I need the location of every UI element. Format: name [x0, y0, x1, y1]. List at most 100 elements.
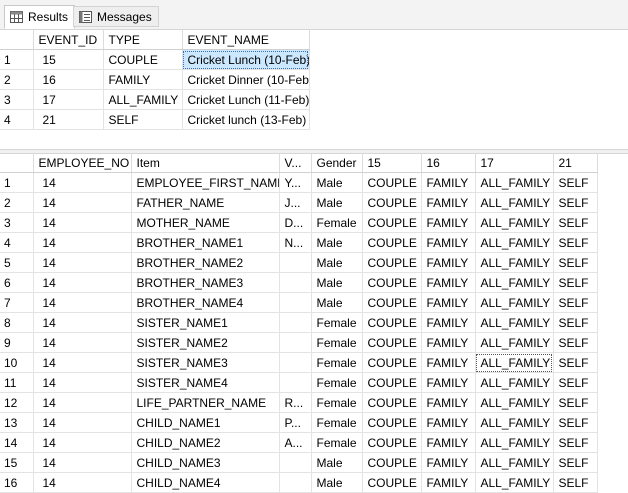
row-number[interactable]: 15: [0, 452, 34, 473]
table-cell[interactable]: 14: [33, 392, 132, 413]
table-cell[interactable]: FAMILY: [421, 252, 476, 273]
table-cell[interactable]: 16: [33, 69, 104, 90]
table-cell[interactable]: SELF: [553, 432, 598, 453]
table-cell[interactable]: ALL_FAMILY: [475, 252, 554, 273]
table-cell[interactable]: ALL_FAMILY: [475, 312, 554, 333]
table-cell[interactable]: SISTER_NAME1: [131, 312, 280, 333]
table-cell[interactable]: SELF: [553, 332, 598, 353]
row-number[interactable]: 2: [0, 192, 34, 213]
row-number[interactable]: 14: [0, 432, 34, 453]
table-cell[interactable]: Female: [311, 412, 363, 433]
column-header[interactable]: Gender: [311, 153, 363, 173]
table-cell[interactable]: [279, 292, 312, 313]
table-cell[interactable]: EMPLOYEE_FIRST_NAME: [131, 172, 280, 193]
table-cell[interactable]: 14: [33, 412, 132, 433]
table-cell[interactable]: ALL_FAMILY: [475, 272, 554, 293]
table-cell[interactable]: COUPLE: [362, 372, 422, 393]
tab-results[interactable]: Results: [4, 5, 76, 29]
table-cell[interactable]: COUPLE: [362, 332, 422, 353]
table-cell[interactable]: 15: [33, 49, 104, 70]
column-header[interactable]: EVENT_NAME: [182, 30, 310, 50]
table-cell[interactable]: Cricket Dinner (10-Feb): [182, 69, 310, 90]
table-cell[interactable]: SELF: [553, 192, 598, 213]
column-header[interactable]: V...: [279, 153, 312, 173]
table-cell[interactable]: [279, 332, 312, 353]
row-number[interactable]: 3: [0, 89, 34, 110]
row-number[interactable]: 1: [0, 172, 34, 193]
table-cell[interactable]: CHILD_NAME3: [131, 452, 280, 473]
row-number[interactable]: 4: [0, 109, 34, 130]
table-cell[interactable]: FATHER_NAME: [131, 192, 280, 213]
table-cell[interactable]: Female: [311, 372, 363, 393]
table-cell[interactable]: 14: [33, 252, 132, 273]
table-cell[interactable]: Cricket Lunch (10-Feb): [182, 49, 310, 70]
table-cell[interactable]: SELF: [553, 472, 598, 493]
table-cell[interactable]: 14: [33, 232, 132, 253]
table-cell[interactable]: SISTER_NAME3: [131, 352, 280, 373]
table-cell[interactable]: COUPLE: [362, 312, 422, 333]
table-cell[interactable]: J...: [279, 192, 312, 213]
table-cell[interactable]: COUPLE: [362, 232, 422, 253]
table-cell[interactable]: SELF: [553, 372, 598, 393]
table-cell[interactable]: ALL_FAMILY: [475, 212, 554, 233]
table-cell[interactable]: 14: [33, 292, 132, 313]
row-number[interactable]: 8: [0, 312, 34, 333]
column-header[interactable]: EMPLOYEE_NO: [33, 153, 132, 173]
row-number[interactable]: 13: [0, 412, 34, 433]
table-cell[interactable]: BROTHER_NAME3: [131, 272, 280, 293]
table-cell[interactable]: Cricket lunch (13-Feb): [182, 109, 310, 130]
row-number[interactable]: 7: [0, 292, 34, 313]
table-cell[interactable]: SELF: [553, 392, 598, 413]
table-cell[interactable]: 14: [33, 432, 132, 453]
table-cell[interactable]: ALL_FAMILY: [475, 352, 554, 373]
table-cell[interactable]: Male: [311, 192, 363, 213]
corner-cell[interactable]: [0, 153, 34, 173]
table-cell[interactable]: COUPLE: [362, 272, 422, 293]
table-cell[interactable]: SELF: [553, 252, 598, 273]
table-cell[interactable]: FAMILY: [421, 172, 476, 193]
table-cell[interactable]: FAMILY: [421, 212, 476, 233]
column-header[interactable]: 21: [553, 153, 598, 173]
table-cell[interactable]: BROTHER_NAME1: [131, 232, 280, 253]
table-cell[interactable]: SELF: [553, 412, 598, 433]
table-cell[interactable]: BROTHER_NAME2: [131, 252, 280, 273]
table-cell[interactable]: COUPLE: [362, 252, 422, 273]
table-cell[interactable]: COUPLE: [362, 472, 422, 493]
table-cell[interactable]: Female: [311, 212, 363, 233]
table-cell[interactable]: SELF: [553, 352, 598, 373]
table-cell[interactable]: Female: [311, 332, 363, 353]
row-number[interactable]: 5: [0, 252, 34, 273]
table-cell[interactable]: SISTER_NAME4: [131, 372, 280, 393]
table-cell[interactable]: FAMILY: [103, 69, 183, 90]
column-header[interactable]: Item: [131, 153, 280, 173]
table-cell[interactable]: SISTER_NAME2: [131, 332, 280, 353]
table-cell[interactable]: 14: [33, 452, 132, 473]
table-cell[interactable]: FAMILY: [421, 332, 476, 353]
row-number[interactable]: 2: [0, 69, 34, 90]
table-cell[interactable]: CHILD_NAME4: [131, 472, 280, 493]
table-cell[interactable]: 14: [33, 332, 132, 353]
table-cell[interactable]: COUPLE: [362, 172, 422, 193]
table-cell[interactable]: COUPLE: [362, 292, 422, 313]
table-cell[interactable]: 14: [33, 272, 132, 293]
table-cell[interactable]: FAMILY: [421, 412, 476, 433]
table-cell[interactable]: Female: [311, 352, 363, 373]
table-cell[interactable]: COUPLE: [362, 192, 422, 213]
table-cell[interactable]: ALL_FAMILY: [475, 172, 554, 193]
table-cell[interactable]: 17: [33, 89, 104, 110]
table-cell[interactable]: FAMILY: [421, 452, 476, 473]
table-cell[interactable]: ALL_FAMILY: [475, 432, 554, 453]
table-cell[interactable]: Male: [311, 272, 363, 293]
table-cell[interactable]: COUPLE: [362, 412, 422, 433]
table-cell[interactable]: [279, 372, 312, 393]
column-header[interactable]: 15: [362, 153, 422, 173]
table-cell[interactable]: Male: [311, 472, 363, 493]
table-cell[interactable]: Female: [311, 312, 363, 333]
row-number[interactable]: 4: [0, 232, 34, 253]
table-cell[interactable]: ALL_FAMILY: [475, 232, 554, 253]
table-cell[interactable]: SELF: [553, 272, 598, 293]
corner-cell[interactable]: [0, 30, 34, 50]
table-cell[interactable]: Male: [311, 292, 363, 313]
table-cell[interactable]: [279, 472, 312, 493]
table-cell[interactable]: COUPLE: [362, 392, 422, 413]
